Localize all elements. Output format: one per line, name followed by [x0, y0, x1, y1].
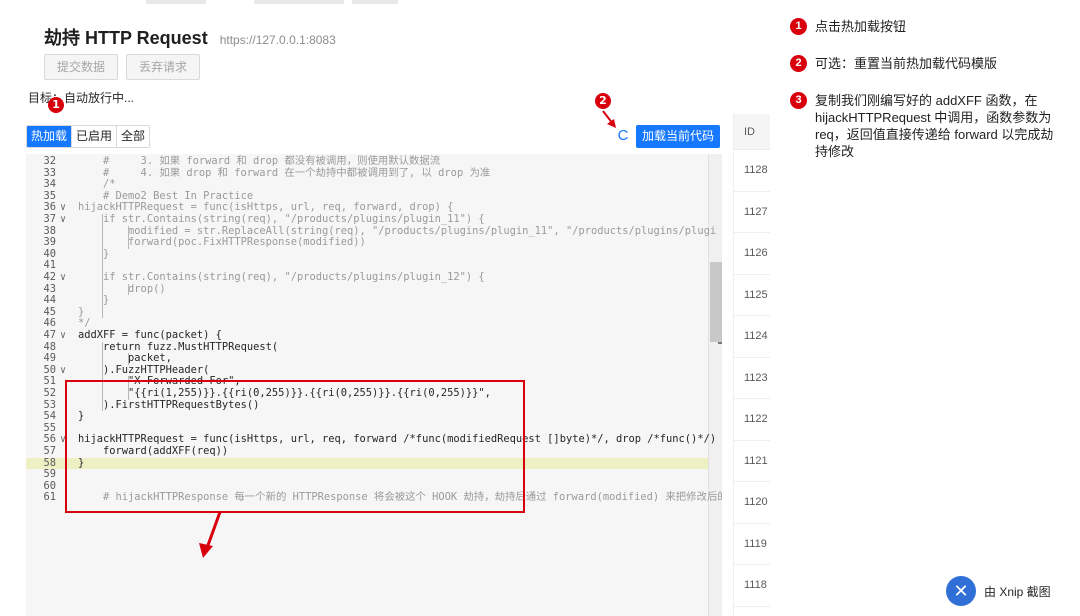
- request-id-cell[interactable]: 1121: [734, 441, 770, 482]
- note-text: 复制我们刚编写好的 addXFF 函数，在 hijackHTTPRequest …: [815, 93, 1054, 159]
- request-id-cell[interactable]: 1118: [734, 565, 770, 607]
- xnip-watermark: ✕ 由 Xnip 截图: [946, 576, 1051, 606]
- arrow-badge-2: [602, 110, 616, 128]
- request-id-cell[interactable]: 1126: [734, 233, 770, 275]
- arrow-highlight-box: [199, 511, 222, 558]
- note-3: 3 复制我们刚编写好的 addXFF 函数，在 hijackHTTPReques…: [790, 92, 1065, 160]
- note-1: 1 点击热加载按钮: [790, 18, 1065, 35]
- request-id-cell[interactable]: 1120: [734, 482, 770, 524]
- note-number: 3: [790, 92, 807, 109]
- watermark-text: 由 Xnip 截图: [984, 584, 1051, 599]
- request-id-cell[interactable]: 1128: [734, 150, 770, 192]
- request-id-cell[interactable]: 1119: [734, 524, 770, 565]
- note-2: 2 可选：重置当前热加载代码模版: [790, 55, 1065, 72]
- request-id-cell[interactable]: 1124: [734, 316, 770, 358]
- note-text: 点击热加载按钮: [815, 19, 907, 34]
- request-id-column: ID 1128 1127 1126 1125 1124 1123 1122 1121 1120 1…: [733, 114, 770, 616]
- id-column-header[interactable]: ID: [734, 114, 770, 150]
- xnip-logo-icon: ✕: [946, 576, 976, 606]
- request-id-cell[interactable]: 1125: [734, 275, 770, 316]
- page: 劫持 HTTP Request https://127.0.0.1:8083 提…: [0, 0, 1080, 616]
- request-id-cell[interactable]: 1127: [734, 192, 770, 233]
- note-number: 2: [790, 55, 807, 72]
- request-id-cell[interactable]: 1123: [734, 358, 770, 399]
- note-text: 可选：重置当前热加载代码模版: [815, 56, 998, 71]
- note-number: 1: [790, 18, 807, 35]
- request-id-cell[interactable]: 1122: [734, 399, 770, 441]
